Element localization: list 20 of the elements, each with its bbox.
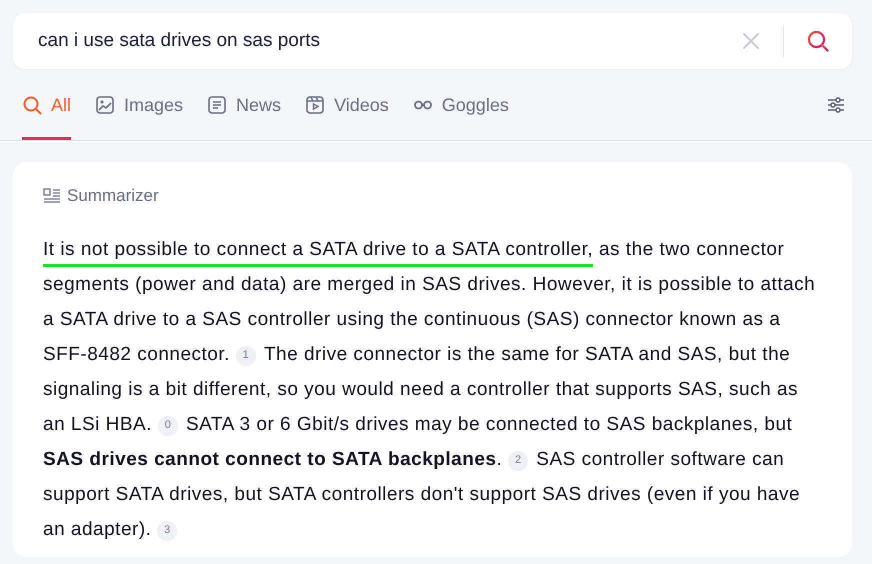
- summary-icon: [43, 188, 61, 204]
- citation-link[interactable]: 1: [236, 346, 256, 366]
- citation-link[interactable]: 0: [158, 416, 178, 436]
- summary-text: It is not possible to connect a SATA drive to a SATA controller, as the two connector segments (power and data) are merged in SAS drives. However, it is possible to attach a SATA drive to a SAS controller using the continuous (SAS) connector known as a SFF-8482 connector. 1 The drive connector is the same for SATA and SAS, but the signaling is a bit different, so you would need a controller that supports SAS, such as an LSi HBA. 0 SATA 3 or 6 Gbit/s drives may be connected to SAS backplanes, but SAS drives cannot connect to SATA backplanes. 2 SAS controller software can support SATA drives, but SATA controllers don't support SAS drives (even if you have an adapter). 3: [43, 238, 816, 542]
- search-icon: [22, 95, 42, 115]
- summarizer-title: Summarizer: [67, 186, 159, 206]
- image-icon: [95, 95, 116, 115]
- search-bar[interactable]: can i use sata drives on sas ports: [13, 13, 852, 69]
- tab[interactable]: All: [22, 69, 72, 140]
- tab[interactable]: News: [207, 69, 282, 140]
- citation-link[interactable]: 3: [157, 520, 178, 540]
- newspaper-icon: [207, 95, 228, 115]
- video-icon: [305, 95, 326, 115]
- settings-icon[interactable]: [826, 94, 846, 114]
- search-field[interactable]: can i use sata drives on sas ports: [38, 26, 741, 56]
- tab[interactable]: Images: [95, 69, 184, 140]
- search-icon[interactable]: [806, 29, 830, 53]
- citation-link[interactable]: 2: [508, 450, 528, 470]
- tab[interactable]: Videos: [305, 69, 389, 140]
- tab[interactable]: Goggles: [412, 69, 509, 140]
